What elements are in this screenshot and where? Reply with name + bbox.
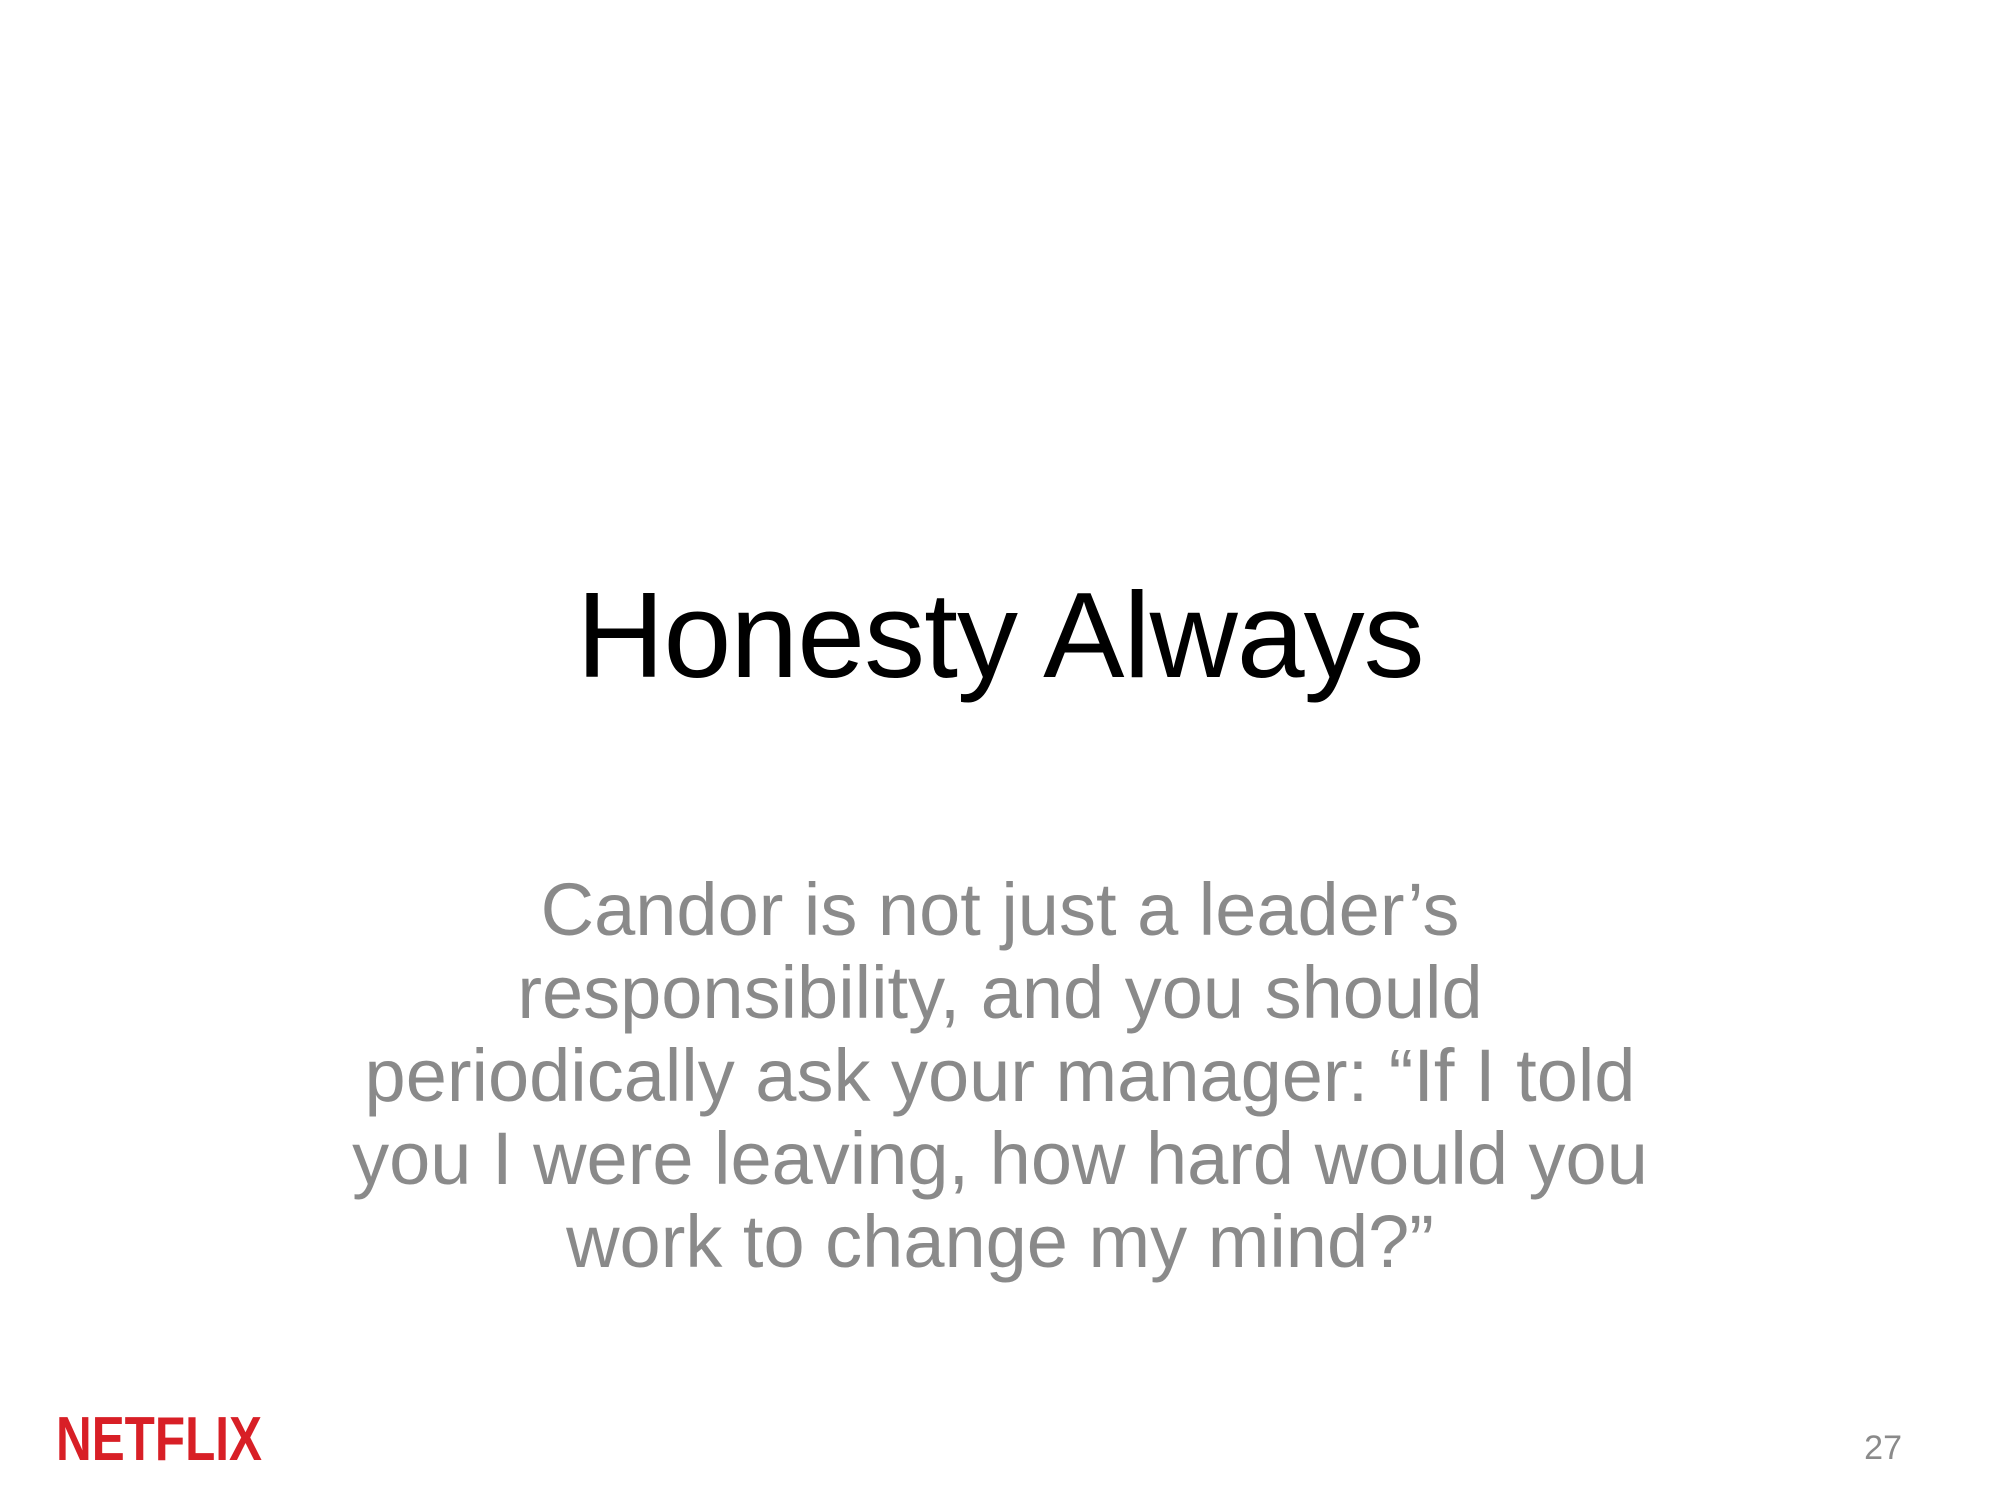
slide-body-text: Candor is not just a leader’s responsibi… bbox=[300, 868, 1700, 1283]
page-number: 27 bbox=[1864, 1429, 1902, 1467]
body-line: you I were leaving, how hard would you bbox=[352, 1117, 1648, 1200]
body-line: responsibility, and you should bbox=[517, 951, 1483, 1034]
body-line: periodically ask your manager: “If I tol… bbox=[364, 1034, 1636, 1117]
netflix-logo: NETFLIX bbox=[56, 1405, 262, 1470]
slide-title: Honesty Always bbox=[576, 567, 1424, 703]
logo-text: NETFLIX bbox=[56, 1405, 262, 1470]
slide: Honesty Always Candor is not just a lead… bbox=[0, 0, 2000, 1500]
body-line: work to change my mind?” bbox=[566, 1200, 1434, 1283]
body-line: Candor is not just a leader’s bbox=[540, 868, 1460, 951]
